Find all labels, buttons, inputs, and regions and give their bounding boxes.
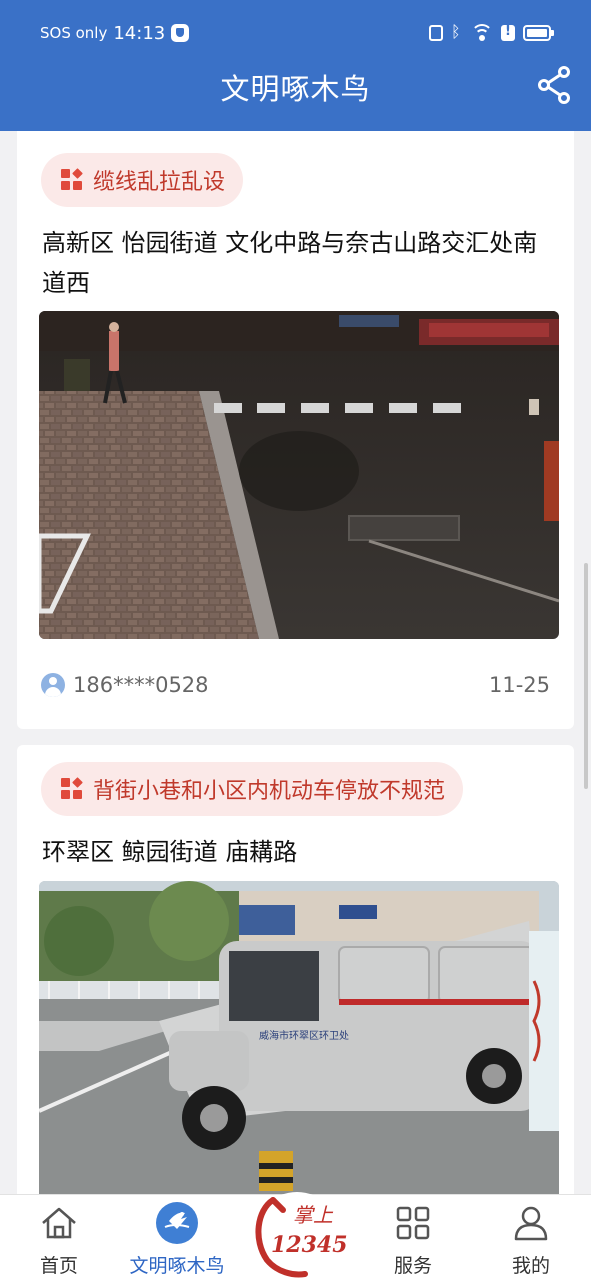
hotline-line1: 掌上 — [293, 1203, 334, 1227]
battery-icon — [523, 25, 554, 41]
category-grid-icon — [61, 777, 83, 800]
nav-woodpecker[interactable]: 文明啄木鸟 — [122, 1195, 232, 1280]
person-icon — [514, 1206, 548, 1241]
scrollbar[interactable] — [584, 563, 588, 789]
carrier-label: SOS only — [40, 24, 108, 42]
security-shield-icon — [171, 24, 190, 42]
report-photo[interactable]: 威海市环翠区环卫处 — [39, 881, 559, 1197]
report-location: 高新区 怡园街道 文化中路与奈古山路交汇处南道西 — [42, 229, 538, 297]
hotline-12345-button[interactable]: 掌上 12345 — [243, 1180, 351, 1280]
report-card[interactable]: 背街小巷和小区内机动车停放不规范 环翠区 鲸园街道 庙耩路 威海市环翠区环卫处 — [17, 745, 574, 1197]
nav-home-label: 首页 — [39, 1255, 78, 1277]
reporter-phone: 186****0528 — [73, 673, 209, 697]
report-location: 环翠区 鲸园街道 庙耩路 — [42, 838, 298, 866]
nav-profile-label: 我的 — [511, 1255, 550, 1277]
van-side-text: 威海市环翠区环卫处 — [259, 1029, 349, 1042]
report-photo[interactable] — [39, 311, 559, 639]
report-date: 11-25 — [488, 673, 550, 697]
nfc-icon — [429, 25, 443, 41]
page-title: 文明啄木鸟 — [220, 72, 371, 106]
category-tag: 缆线乱拉乱设 — [41, 153, 244, 207]
app-header: SOS only 14:13 文明啄木鸟 — [0, 0, 591, 131]
bluetooth-icon — [451, 22, 463, 42]
hotline-line2: 12345 — [271, 1232, 348, 1258]
wifi-icon — [471, 24, 493, 42]
nav-profile[interactable]: 我的 — [476, 1195, 586, 1280]
report-list[interactable]: 缆线乱拉乱设 高新区 怡园街道 文化中路与奈古山路交汇处南道西 186****0… — [0, 131, 591, 1197]
user-icon — [41, 673, 65, 697]
status-bar: SOS only 14:13 — [40, 18, 554, 48]
nav-services-label: 服务 — [393, 1255, 432, 1277]
report-card[interactable]: 缆线乱拉乱设 高新区 怡园街道 文化中路与奈古山路交汇处南道西 186****0… — [17, 131, 574, 729]
category-label: 背街小巷和小区内机动车停放不规范 — [93, 779, 446, 804]
report-meta: 186****0528 11-25 — [41, 673, 550, 697]
category-grid-icon — [61, 168, 83, 191]
woodpecker-icon — [156, 1202, 198, 1244]
category-label: 缆线乱拉乱设 — [93, 170, 226, 195]
clock: 14:13 — [113, 22, 166, 44]
share-icon[interactable] — [537, 66, 571, 104]
alert-icon — [501, 24, 515, 41]
grid-icon — [396, 1206, 430, 1240]
nav-home[interactable]: 首页 — [4, 1195, 114, 1280]
nav-services[interactable]: 服务 — [358, 1195, 468, 1280]
home-icon — [42, 1207, 76, 1239]
nav-woodpecker-label: 文明啄木鸟 — [129, 1255, 225, 1277]
category-tag: 背街小巷和小区内机动车停放不规范 — [41, 762, 464, 816]
